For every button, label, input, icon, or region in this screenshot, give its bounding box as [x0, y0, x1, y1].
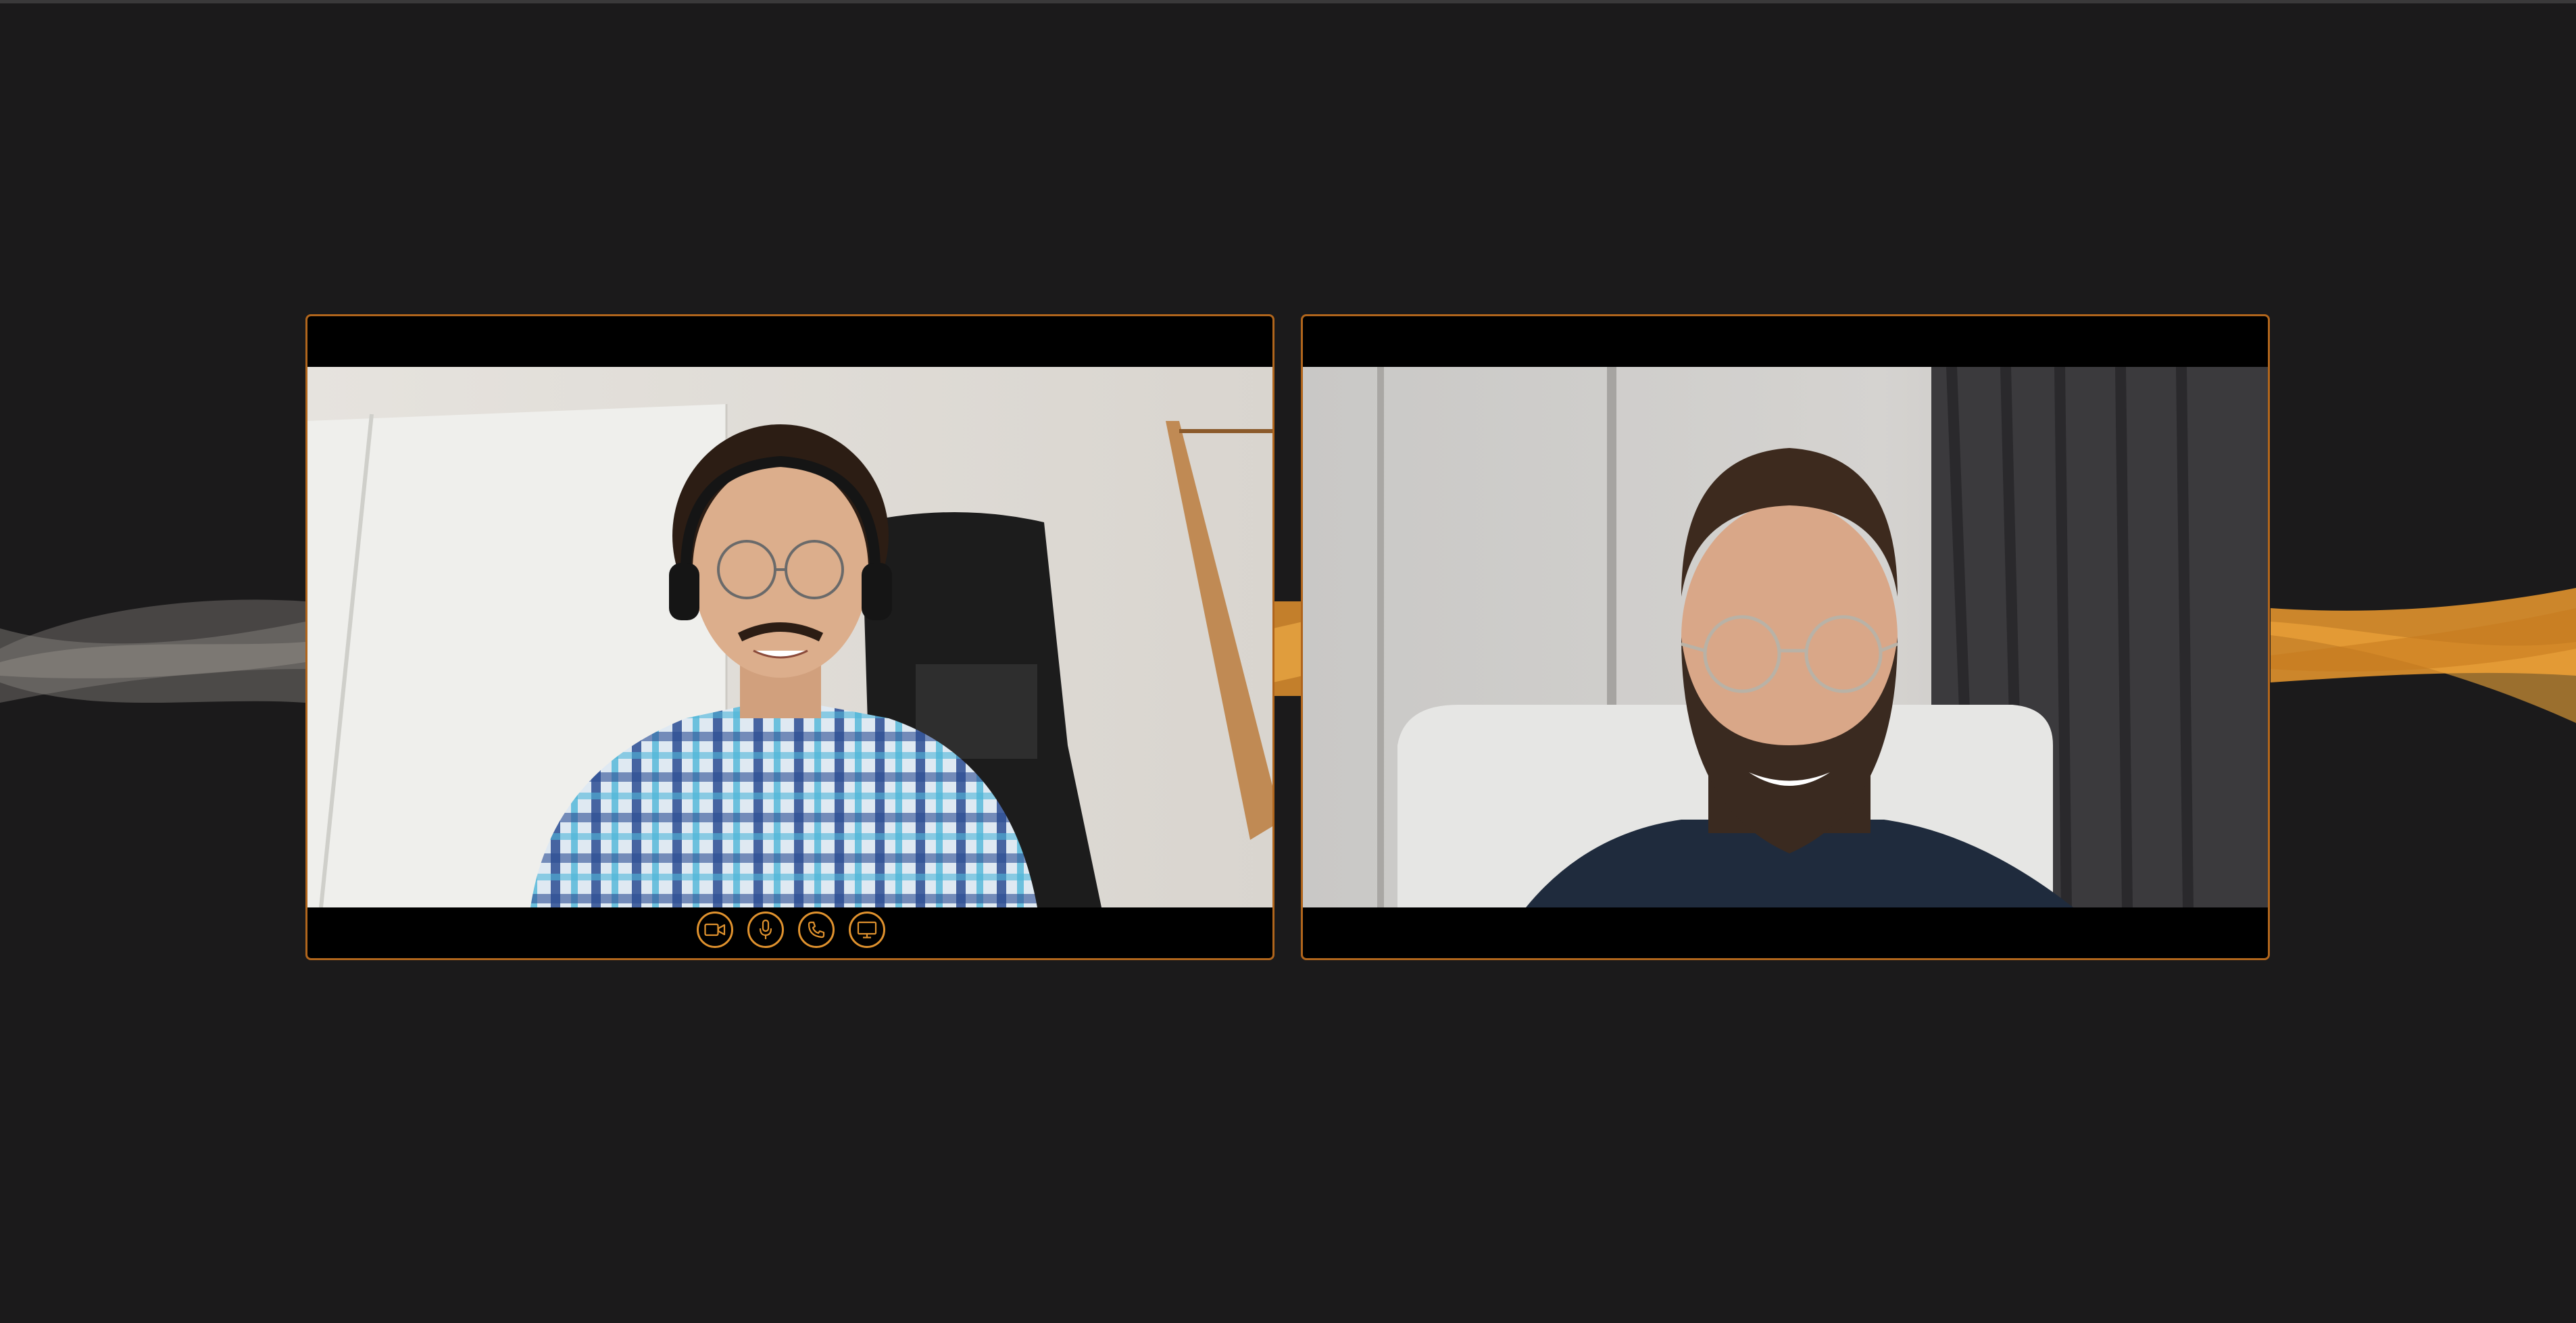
- decorative-wave-middle: [1273, 601, 1303, 696]
- participant-tile-right[interactable]: [1301, 314, 2270, 960]
- camera-toggle-button[interactable]: [697, 912, 733, 948]
- participant-video-left: [307, 367, 1272, 907]
- screen-share-button[interactable]: [849, 912, 885, 948]
- phone-icon: [808, 921, 825, 939]
- decorative-wave-right: [2271, 588, 2576, 723]
- microphone-toggle-button[interactable]: [747, 912, 784, 948]
- microphone-icon: [759, 919, 772, 939]
- call-controls: [697, 912, 885, 948]
- end-call-button[interactable]: [798, 912, 835, 948]
- participant-video-right: [1303, 367, 2268, 907]
- window-top-border: [0, 0, 2576, 3]
- screen-share-icon: [857, 921, 877, 939]
- video-call-app: [0, 0, 2576, 1323]
- video-camera-icon: [704, 923, 726, 937]
- participant-tile-left[interactable]: [305, 314, 1274, 960]
- video-frame-right: [1303, 367, 2268, 907]
- video-frame-left: [307, 367, 1272, 907]
- decorative-wave-left: [0, 599, 305, 703]
